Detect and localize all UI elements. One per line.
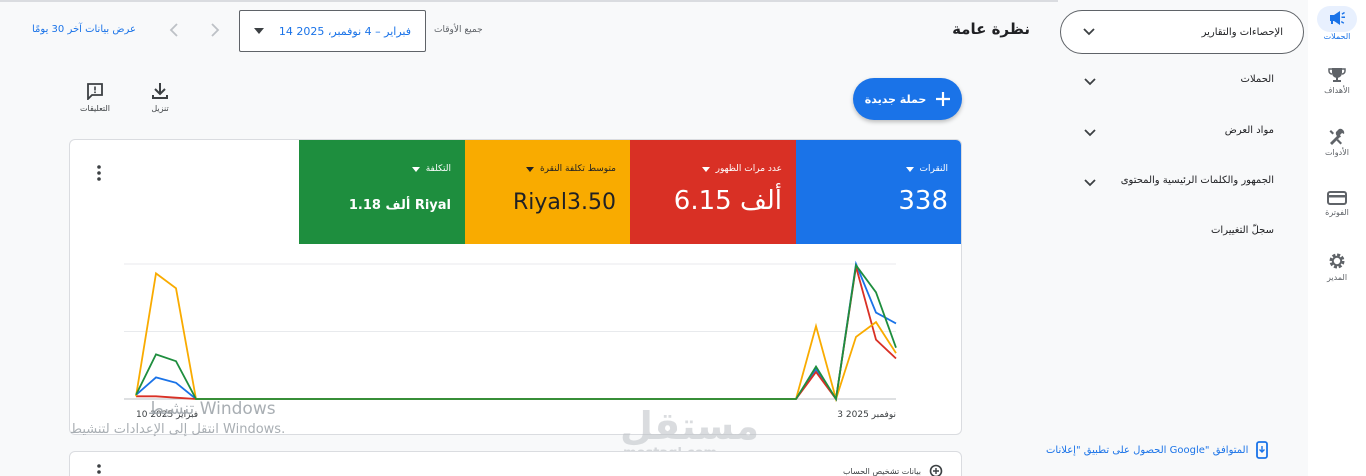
get-app-link[interactable]: الحصول على تطبيق "إعلانات Google" المتوا…	[1046, 441, 1269, 459]
date-range-picker[interactable]: 14 فبراير – 4 نوفمبر، 2025	[239, 10, 426, 52]
get-app-label: الحصول على تطبيق "إعلانات Google" المتوا…	[1046, 444, 1249, 456]
nav-item-campaigns[interactable]: الحملات	[1241, 74, 1274, 85]
chevron-left-icon[interactable]	[166, 22, 182, 38]
feedback-icon	[87, 83, 103, 100]
rail-label: الأدوات	[1325, 148, 1349, 157]
rail-item-admin[interactable]: المدير	[1308, 251, 1366, 282]
chart-series-line	[136, 266, 897, 402]
rail-item-campaigns[interactable]: الحملات	[1308, 6, 1366, 41]
metric-clicks[interactable]: النقرات 338	[796, 140, 961, 244]
trophy-icon	[1328, 68, 1346, 82]
metric-cost[interactable]: التكلفة 1.18 ألف Riyal	[299, 140, 465, 244]
brand-watermark: مستقل	[620, 404, 759, 448]
feedback-label: التعليقات	[79, 104, 110, 113]
rail-label: الحملات	[1323, 32, 1351, 41]
caret-down-icon	[411, 166, 420, 172]
nav-item-audiences[interactable]: الجمهور والكلمات الرئيسية والمحتوى	[1121, 175, 1274, 186]
more-vert-icon[interactable]	[97, 464, 101, 476]
billing-card-icon	[1327, 191, 1347, 205]
metric-value: 338	[898, 186, 948, 216]
caret-down-icon	[254, 28, 264, 34]
nav-item-assets[interactable]: مواد العرض	[1225, 125, 1274, 136]
phone-download-icon	[1256, 441, 1269, 459]
download-icon	[152, 83, 168, 99]
chart-series-line	[135, 263, 897, 402]
nav-item-change-history[interactable]: سجلّ التغييرات	[1211, 225, 1274, 236]
caret-down-icon	[525, 166, 534, 172]
metric-value: 1.18 ألف Riyal	[348, 198, 451, 213]
chevron-down-icon	[1083, 28, 1095, 36]
rail-label: المدير	[1326, 273, 1348, 282]
chevron-down-icon[interactable]	[1084, 76, 1096, 88]
metric-avg-cpc[interactable]: متوسط تكلفة النقرة Riyal3.50	[465, 140, 630, 244]
account-diagnostics-card: بيانات تشخيص الحساب	[69, 451, 962, 476]
rail-item-tools[interactable]: الأدوات	[1308, 128, 1366, 157]
rail-label: الأهداف	[1324, 86, 1350, 95]
chevron-down-icon[interactable]	[1084, 177, 1096, 189]
rail-item-goals[interactable]: الأهداف	[1308, 66, 1366, 95]
performance-card: النقرات 338 عدد مرات الظهور 6.15 ألف متو…	[69, 139, 962, 435]
new-campaign-button[interactable]: حملة جديدة	[853, 78, 962, 120]
caret-down-icon	[905, 166, 914, 172]
download-button[interactable]: تنزيل	[135, 82, 185, 113]
campaign-icon	[1330, 11, 1345, 25]
plus-icon	[936, 92, 951, 106]
account-diagnostics-label: بيانات تشخيص الحساب	[842, 467, 921, 476]
new-campaign-label: حملة جديدة	[864, 92, 927, 106]
side-nav: الإحصاءات والتقارير الحملات مواد العرض ا…	[1058, 0, 1308, 476]
nav-selected-reports[interactable]: الإحصاءات والتقارير	[1060, 10, 1304, 54]
caret-down-icon	[701, 166, 710, 172]
feedback-button[interactable]: التعليقات	[70, 82, 120, 113]
windows-activation-title: تنشيط Windows	[148, 399, 276, 419]
metric-impressions[interactable]: عدد مرات الظهور 6.15 ألف	[630, 140, 796, 244]
right-rail: الحملات الأهداف الأدوات الفوترة المدير	[1308, 0, 1366, 476]
last-30-days-link[interactable]: عرض بيانات آخر 30 يومًا	[32, 24, 136, 35]
more-vert-icon[interactable]	[97, 165, 101, 181]
gear-icon	[1329, 253, 1345, 269]
metric-value: 6.15 ألف	[673, 186, 782, 216]
date-range-value: 14 فبراير – 4 نوفمبر، 2025	[278, 24, 411, 38]
chart-x-tick-label: 3 نوفمبر 2025	[837, 410, 896, 420]
metric-value: Riyal3.50	[513, 190, 616, 215]
metric-label: التكلفة	[425, 164, 451, 174]
chart-series-line	[135, 271, 897, 403]
metric-label: النقرات	[919, 164, 948, 174]
chevron-right-icon[interactable]	[207, 22, 223, 38]
rail-label: الفوترة	[1325, 208, 1349, 217]
page-title: نظرة عامة	[952, 20, 1030, 38]
metric-label: متوسط تكلفة النقرة	[539, 164, 616, 174]
date-range-label: جميع الأوقات	[434, 25, 483, 35]
rail-item-billing[interactable]: الفوترة	[1308, 190, 1366, 217]
diagnostics-icon	[929, 464, 943, 476]
nav-selected-label: الإحصاءات والتقارير	[1201, 26, 1283, 38]
windows-activation-hint: انتقل إلى الإعدادات لتنشيط Windows.	[70, 422, 286, 437]
chevron-down-icon[interactable]	[1084, 127, 1096, 139]
tools-icon	[1329, 128, 1345, 145]
download-label: تنزيل	[151, 104, 169, 113]
metric-label: عدد مرات الظهور	[715, 164, 782, 174]
